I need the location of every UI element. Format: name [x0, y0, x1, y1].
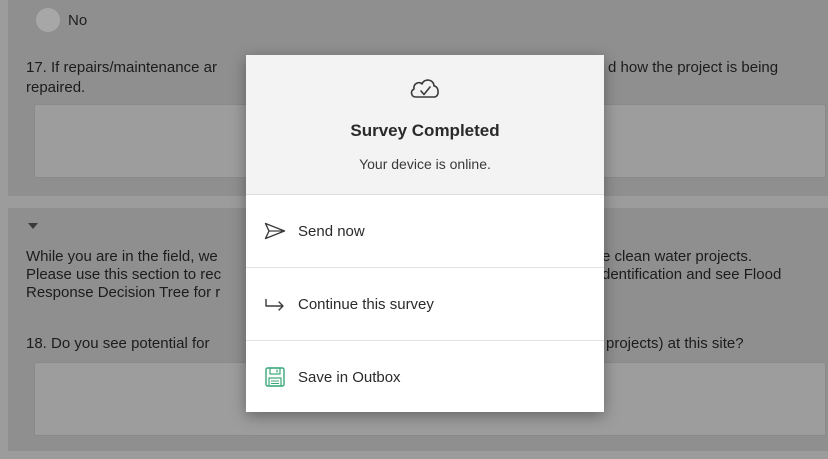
- cloud-check-icon: [410, 79, 439, 98]
- continue-survey-button[interactable]: Continue this survey: [246, 268, 604, 340]
- q17-text-right: d how the project is being: [608, 59, 779, 76]
- radio-option-no[interactable]: No: [36, 8, 87, 32]
- radio-button[interactable]: [36, 8, 60, 32]
- send-now-button[interactable]: Send now: [246, 195, 604, 267]
- section-para-1-right: e clean water projects.: [602, 248, 753, 265]
- q18-text-left: 18. Do you see potential for: [26, 335, 210, 352]
- section-para-1-left: While you are in the field, we: [26, 248, 218, 265]
- send-now-label: Send now: [298, 222, 365, 240]
- save-in-outbox-label: Save in Outbox: [298, 368, 401, 386]
- continue-arrow-icon: [262, 291, 288, 317]
- q17-text-left: 17. If repairs/maintenance ar: [26, 59, 217, 76]
- section-collapse-caret[interactable]: [28, 223, 38, 229]
- q17-text-line2: repaired.: [26, 79, 86, 96]
- q18-text-right: projects) at this site?: [606, 335, 744, 352]
- section-para-2-left: Please use this section to rec: [26, 266, 222, 283]
- radio-no-label: No: [68, 11, 88, 29]
- send-icon: [262, 218, 288, 244]
- section-para-3-left: Response Decision Tree for r: [26, 284, 221, 301]
- section-para-2-right: dentification and see Flood: [602, 266, 782, 283]
- dialog-header: Survey Completed Your device is online.: [246, 55, 604, 195]
- save-in-outbox-button[interactable]: Save in Outbox: [246, 341, 604, 412]
- dialog-title: Survey Completed: [350, 121, 500, 140]
- dialog-subtitle: Your device is online.: [359, 156, 491, 172]
- continue-survey-label: Continue this survey: [298, 295, 434, 313]
- survey-completed-dialog: Survey Completed Your device is online. …: [246, 55, 604, 412]
- save-floppy-icon: [262, 364, 288, 390]
